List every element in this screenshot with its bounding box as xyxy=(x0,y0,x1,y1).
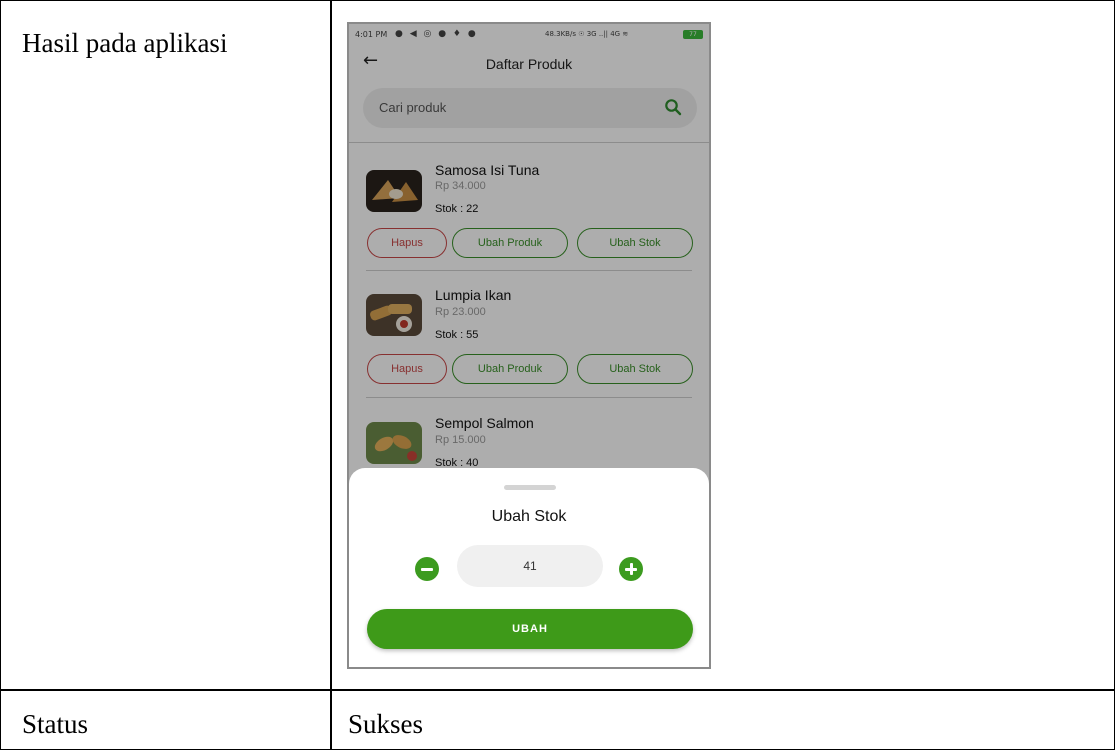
row-label-status: Status xyxy=(22,709,89,739)
submit-button[interactable]: UBAH xyxy=(367,609,693,649)
bottom-sheet: Ubah Stok 41 UBAH xyxy=(349,468,709,667)
plus-icon[interactable] xyxy=(619,557,643,581)
drag-handle[interactable] xyxy=(504,485,556,490)
sheet-title: Ubah Stok xyxy=(491,508,567,525)
table-column-divider xyxy=(330,0,332,750)
phone-screenshot: 4:01 PM ● ◀ ◎ ● ♦ ● 48.3KB/s ☉ 3G ..|| 4… xyxy=(347,22,711,669)
status-value: Sukses xyxy=(348,709,424,739)
row-label-hasil: Hasil pada aplikasi xyxy=(22,28,228,58)
minus-icon[interactable] xyxy=(415,557,439,581)
app-screen: 4:01 PM ● ◀ ◎ ● ♦ ● 48.3KB/s ☉ 3G ..|| 4… xyxy=(349,24,709,667)
quantity-stepper[interactable]: 41 xyxy=(457,545,603,587)
table-row-divider xyxy=(0,689,1115,691)
